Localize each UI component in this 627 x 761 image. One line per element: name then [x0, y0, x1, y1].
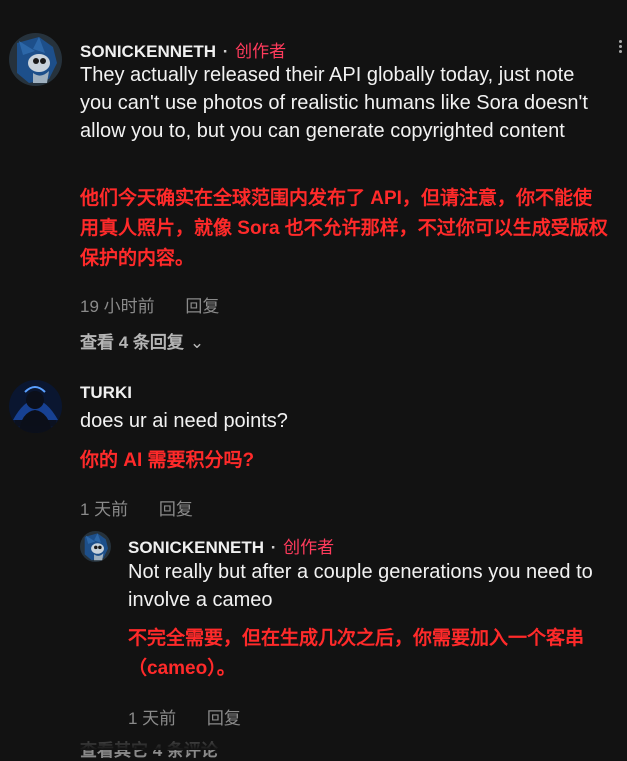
author-badge: 创作者 — [235, 42, 287, 61]
separator: · — [222, 42, 229, 61]
view-replies-button[interactable]: 查看 4 条回复 ⌄ — [80, 328, 204, 353]
comment-translation: 他们今天确实在全球范围内发布了 API，但请注意，你不能使用真人照片，就像 So… — [80, 188, 608, 269]
reply-header: SONICKENNETH · 创作者 — [128, 533, 334, 558]
reply-text: Not really but after a couple generation… — [128, 561, 593, 611]
comment-translation: 你的 AI 需要积分吗? — [80, 450, 255, 471]
username[interactable]: TURKI — [80, 383, 132, 402]
timestamp: 1 天前 — [128, 709, 177, 728]
author-badge: 创作者 — [283, 538, 335, 557]
timestamp: 1 天前 — [80, 500, 129, 519]
reply-meta: 1 天前 回复 — [128, 704, 241, 729]
sonic-avatar-icon[interactable] — [9, 33, 62, 86]
comment-header: TURKI — [80, 383, 132, 403]
timestamp: 19 小时前 — [80, 297, 155, 316]
comment-header: SONICKENNETH · 创作者 — [80, 37, 286, 62]
reply-button[interactable]: 回复 — [185, 297, 219, 316]
comment-text: They actually released their API globall… — [80, 64, 588, 142]
comment-meta: 1 天前 回复 — [80, 495, 193, 520]
reply-button[interactable]: 回复 — [159, 500, 193, 519]
separator: · — [270, 538, 277, 557]
reply-translation: 不完全需要，但在生成几次之后，你需要加入一个客串（cameo）。 — [128, 628, 585, 679]
username[interactable]: SONICKENNETH — [128, 538, 264, 557]
username[interactable]: SONICKENNETH — [80, 42, 216, 61]
reply-button[interactable]: 回复 — [207, 709, 241, 728]
comment-meta: 19 小时前 回复 — [80, 292, 219, 317]
more-options-icon[interactable] — [619, 40, 623, 54]
comment-text: does ur ai need points? — [80, 410, 288, 432]
sonic-avatar-icon[interactable] — [80, 531, 111, 562]
chevron-down-icon: ⌄ — [189, 333, 205, 352]
turki-avatar-icon[interactable] — [9, 380, 62, 433]
view-replies-label: 查看 4 条回复 — [80, 333, 184, 352]
view-other-comments-button[interactable]: 查看其它 4 条评论 — [80, 736, 218, 761]
